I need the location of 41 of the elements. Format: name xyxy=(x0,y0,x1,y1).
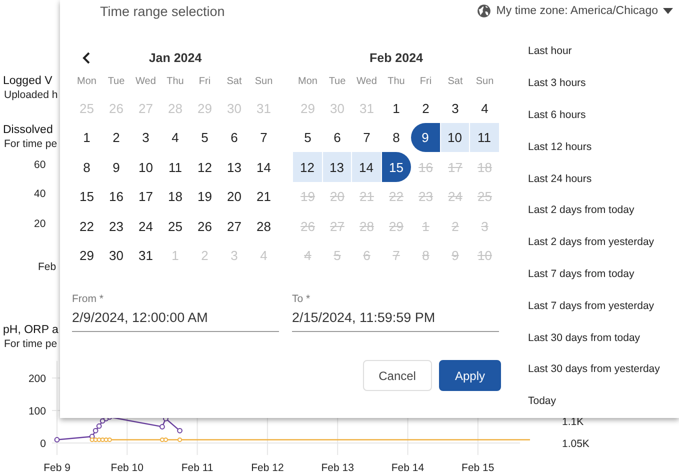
axis-tick-label: Feb 9 xyxy=(44,462,70,474)
weekday-label: Sun xyxy=(476,76,494,87)
dialog-title: Time range selection xyxy=(100,4,225,19)
axis-tick-label: 100 xyxy=(28,405,46,417)
axis-tick-label: Feb 10 xyxy=(110,462,144,474)
weekday-label: Fri xyxy=(420,76,432,87)
weekday-label: Wed xyxy=(136,76,156,87)
weekday-label: Sun xyxy=(254,76,273,87)
month-title: Jan 2024 xyxy=(148,51,202,66)
weekday-label: Thu xyxy=(388,76,405,87)
weekday-label: Mon xyxy=(77,76,96,87)
field-label: To * xyxy=(292,292,310,306)
weekday-label: Tue xyxy=(328,76,346,87)
axis-tick-label: 0 xyxy=(40,438,46,450)
chart-subtitle: For time pe xyxy=(3,338,58,350)
weekday-label: Mon xyxy=(298,76,318,87)
month-title: Feb 2024 xyxy=(369,51,423,66)
axis-tick-label: Feb xyxy=(38,260,56,272)
axis-tick-label: Feb 13 xyxy=(321,462,354,474)
axis-tick-label: 200 xyxy=(28,372,46,384)
axis-tick-label: 20 xyxy=(34,218,46,230)
weekday-label: Wed xyxy=(356,76,377,87)
axis-tick-label: Feb 14 xyxy=(391,462,424,474)
chart-title: Dissolved xyxy=(2,123,53,138)
weekday-label: Sat xyxy=(226,76,242,87)
weekday-label: Thu xyxy=(166,76,184,87)
axis-tick-label: 60 xyxy=(34,158,46,171)
chart-subtitle: For time pe xyxy=(3,138,58,150)
axis-tick-label: 1.05K xyxy=(562,438,590,450)
field-label: From * xyxy=(72,292,104,306)
chart-title: pH, ORP a xyxy=(2,322,58,338)
weekday-label: Tue xyxy=(108,76,125,87)
axis-tick-label: Feb 12 xyxy=(251,462,284,474)
axis-tick-label: 40 xyxy=(34,188,46,200)
section-subtitle: Uploaded h xyxy=(3,89,58,102)
axis-tick-label: Feb 15 xyxy=(462,462,494,474)
axis-tick-label: Feb 11 xyxy=(181,462,214,474)
axis-tick-label: 1.1K xyxy=(562,416,584,428)
weekday-label: Sat xyxy=(448,76,463,87)
weekday-label: Fri xyxy=(198,76,211,87)
section-title: Logged V xyxy=(2,74,52,89)
